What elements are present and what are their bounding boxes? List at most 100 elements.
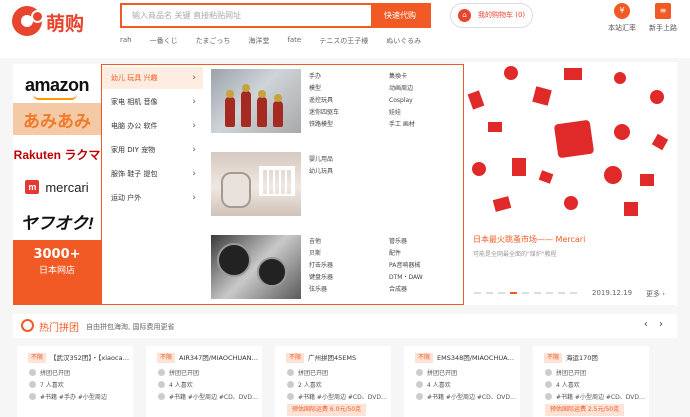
banner-title[interactable]: 日本最火跳蚤市场—— Mercari (473, 234, 585, 245)
card-title: 【武汉352团】・【xiaocao… (50, 354, 130, 362)
flyout-link[interactable]: 娃娃 (389, 107, 415, 119)
carousel-dot[interactable] (486, 292, 493, 294)
category-item-sports[interactable]: 运动 户外 › (102, 187, 204, 209)
flyout-link[interactable]: 打击乐器 (309, 260, 333, 272)
flyout-link[interactable]: 幼儿玩具 (309, 166, 333, 178)
flyout-link[interactable]: 动画周边 (389, 83, 415, 95)
hot-word[interactable]: rah (120, 36, 132, 46)
banner-caption: 日本最火跳蚤市场—— Mercari 可能是全网最全面的"煤炉"教程 2019.… (464, 224, 677, 305)
figure-collection-image[interactable] (211, 69, 301, 133)
category-item-home[interactable]: 家用 DIY 宠物 › (102, 139, 204, 161)
shipping-fee-badge: 预估国际运费 2.5元/50克 (545, 404, 625, 416)
flyout-link[interactable]: 婴儿用品 (309, 154, 333, 166)
brand-amazon[interactable]: amazon (13, 68, 101, 102)
category-item-computers[interactable]: 电脑 办公 软件 › (102, 115, 204, 137)
carousel-dot[interactable] (570, 292, 577, 294)
flyout-link[interactable]: 键盘乐器 (309, 272, 333, 284)
flyout-link[interactable]: 配件 (389, 248, 423, 260)
group-buy-card[interactable]: 不限 EMS348团/MIAOCHUAN… 拼团已开团 4 人喜欢 #书籍 #小… (404, 346, 520, 417)
flyout-link[interactable]: 弦乐器 (309, 284, 333, 296)
carousel-dots (474, 292, 577, 294)
group-buy-card[interactable]: 不限 海运170团 拼团已开团 4 人喜欢 #书籍 #小型周边 #CD、DVD…… (533, 346, 649, 417)
header: 萌购 快速代购 rah 一番くじ たまごっち 海洋堂 fate テニスの王子様 … (0, 0, 690, 58)
baby-links: 婴儿用品 幼儿玩具 (309, 154, 333, 178)
cart-button[interactable]: ⌂ 我的购物车 (0) (450, 3, 533, 28)
hot-word[interactable]: fate (287, 36, 301, 46)
flyout-link[interactable]: 手工 画材 (389, 119, 415, 131)
brand-rakuten[interactable]: Rakuten ラクマ (13, 138, 101, 170)
flyout-link[interactable]: 合成器 (389, 284, 423, 296)
card-tags: #书籍 #小型周边 #CD、DVD… (545, 393, 645, 402)
category-item-toys[interactable]: 幼儿 玩具 兴趣 › (102, 67, 204, 89)
flyout-link[interactable]: 吉他 (309, 236, 333, 248)
card-title: 广州拼团45EMS (308, 354, 357, 362)
card-title: 海运170团 (566, 354, 598, 362)
hot-word[interactable]: テニスの王子様 (319, 36, 368, 46)
brand-amiami[interactable]: あみあみ (13, 103, 101, 135)
baby-products-image[interactable] (211, 152, 301, 216)
mercari-banner-image[interactable] (464, 62, 677, 224)
hot-word[interactable]: 海洋堂 (248, 36, 269, 46)
category-item-fashion[interactable]: 服饰 鞋子 提包 › (102, 163, 204, 185)
category-item-electronics[interactable]: 家电 相机 音像 › (102, 91, 204, 113)
card-status: 拼团已开团 (545, 369, 586, 378)
amazon-logo-text: amazon (24, 74, 90, 95)
figure-shape (225, 90, 235, 127)
decor-shape (564, 196, 578, 210)
shops-count-banner[interactable]: 3000+ 日本网店 (13, 240, 101, 305)
chevron-right-icon: › (192, 121, 196, 131)
hobby-links-col1: 手办 模型 遥控玩具 迷你四驱车 铁路模型 (309, 71, 339, 131)
search-input[interactable] (122, 5, 372, 26)
group-buy-card[interactable]: 不限 【武汉352团】・【xiaocao… 拼团已开团 7 人喜欢 #书籍 #手… (17, 346, 133, 417)
flyout-link[interactable]: 贝斯 (309, 248, 333, 260)
category-label: 家电 相机 音像 (111, 98, 158, 106)
amazon-smile-icon (33, 94, 77, 100)
more-link[interactable]: 更多 › (646, 289, 665, 299)
clock-icon (21, 319, 34, 332)
exchange-rate-link[interactable]: ¥ 本站汇率 (604, 3, 640, 33)
hot-word[interactable]: ぬいぐるみ (386, 36, 421, 46)
carousel-dot[interactable] (546, 292, 553, 294)
decor-shape (492, 196, 512, 212)
carousel-dot[interactable] (558, 292, 565, 294)
decor-shape (564, 68, 582, 80)
beginner-guide-link[interactable]: ≡ 新手上路 (645, 3, 681, 33)
hot-word[interactable]: たまごっち (196, 36, 231, 46)
flyout-link[interactable]: 模型 (309, 83, 339, 95)
flyout-link[interactable]: 迷你四驱车 (309, 107, 339, 119)
search-button[interactable]: 快速代购 (371, 5, 429, 26)
heart-icon (158, 381, 165, 388)
flyout-link[interactable]: 集換卡 (389, 71, 415, 83)
flyout-link[interactable]: Cosplay (389, 95, 415, 107)
instruments-image[interactable] (211, 235, 301, 299)
carousel-nav-arrows[interactable]: ‹ › (644, 319, 667, 330)
hot-word[interactable]: 一番くじ (150, 36, 178, 46)
flyout-link[interactable]: 手办 (309, 71, 339, 83)
flyout-link[interactable]: PA音响器械 (389, 260, 423, 272)
carousel-dot[interactable] (534, 292, 541, 294)
logo-text: 萌购 (46, 13, 85, 35)
carousel-dot[interactable] (522, 292, 529, 294)
decor-shape (650, 90, 664, 104)
flyout-link[interactable]: DTM・DAW (389, 272, 423, 284)
status-icon (158, 369, 165, 376)
brand-mercari[interactable]: m mercari (13, 170, 101, 204)
tag-icon (29, 393, 36, 400)
carousel-dot-active[interactable] (510, 292, 517, 294)
chevron-right-icon: › (192, 145, 196, 155)
heart-icon (287, 381, 294, 388)
carousel-dot[interactable] (498, 292, 505, 294)
card-likes: 4 人喜欢 (416, 381, 451, 390)
group-buy-card[interactable]: 不限 广州拼团45EMS 拼团已开团 2 人喜欢 #书籍 #小型周边 #CD、D… (275, 346, 391, 417)
chevron-right-icon: › (192, 97, 196, 107)
carousel-dot[interactable] (474, 292, 481, 294)
logo[interactable]: 萌购 (12, 6, 102, 38)
drum-shape (257, 257, 287, 287)
brand-yahoo-auction[interactable]: ヤフオク! (13, 203, 101, 239)
decor-shape (467, 90, 485, 110)
flyout-link[interactable]: 遥控玩具 (309, 95, 339, 107)
group-buy-card[interactable]: 不限 AIR347团/MIAOCHUAN全… 拼团已开团 4 人喜欢 #书籍 #… (146, 346, 262, 417)
decor-shape (604, 166, 622, 184)
flyout-link[interactable]: 管乐器 (389, 236, 423, 248)
flyout-link[interactable]: 铁路模型 (309, 119, 339, 131)
